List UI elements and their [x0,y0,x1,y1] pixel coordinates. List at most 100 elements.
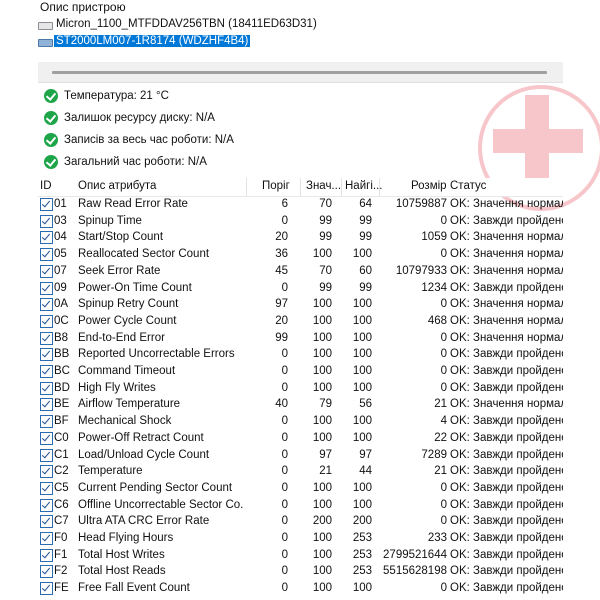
column-header-id[interactable]: ID [40,180,52,192]
row-checkbox[interactable] [40,515,53,529]
row-checkbox[interactable] [40,348,53,362]
attribute-id: C2 [54,465,69,478]
attribute-raw: 10759887 [395,198,447,210]
attribute-id: C0 [54,431,69,444]
attribute-raw: 1234 [421,281,447,294]
attribute-value: 100 [312,298,332,311]
attribute-threshold: 0 [281,214,288,227]
attribute-threshold: 0 [281,465,288,478]
table-row[interactable]: 0C Power Cycle Count 20 100 100 468 OK: Значен… [38,314,563,331]
table-row[interactable]: C7 Ultra ATA CRC Error Rate 0 200 200 0 OK: За… [38,514,563,531]
attribute-name: Reported Uncorrectable Errors [78,348,235,361]
row-checkbox[interactable] [40,415,53,429]
table-row[interactable]: C1 Load/Unload Cycle Count 0 97 97 7289 OK: За… [38,448,563,465]
attribute-worst: 56 [359,398,372,411]
attribute-status: OK: Значення нормальне [450,198,563,210]
row-checkbox[interactable] [40,298,53,312]
attribute-raw: 0 [440,381,447,394]
column-header-value[interactable]: Знач... [306,180,341,192]
table-row[interactable]: 0A Spinup Retry Count 97 100 100 0 OK: Значенн… [38,297,563,314]
table-row[interactable]: FE Free Fall Event Count 0 100 100 0 OK: Завжд… [38,581,563,598]
table-row[interactable]: BF Mechanical Shock 0 100 100 4 OK: Завжди про… [38,414,563,431]
row-checkbox[interactable] [40,548,53,562]
row-checkbox[interactable] [40,448,53,462]
row-checkbox[interactable] [40,532,53,545]
attribute-threshold: 20 [275,314,288,327]
row-checkbox[interactable] [40,281,53,295]
attribute-status: OK: Значення нормальне [450,231,563,244]
column-header-status[interactable]: Статус [450,180,486,192]
table-row[interactable]: B8 End-to-End Error 99 100 100 0 OK: Значення … [38,331,563,348]
row-checkbox[interactable] [40,481,53,495]
device-item-ssd[interactable]: Micron_1100_MTFDDAV256TBN (18411ED63D31) [38,16,319,32]
row-checkbox[interactable] [40,365,53,378]
attribute-status: OK: Завжди пройдено [450,532,563,544]
table-row[interactable]: 09 Power-On Time Count 0 99 99 1234 OK: Завжди… [38,281,563,298]
attribute-status: OK: Завжди пройдено [450,214,563,227]
attribute-worst: 100 [352,248,372,261]
table-row[interactable]: F0 Head Flying Hours 0 100 253 233 OK: Завжди … [38,531,563,548]
attribute-raw: 21 [434,398,447,411]
table-row[interactable]: C5 Current Pending Sector Count 0 100 100 0 OK… [38,481,563,498]
attribute-id: B8 [54,331,69,344]
table-row[interactable]: 03 Spinup Time 0 99 99 0 OK: Завжди пройдено [38,214,563,231]
health-status-plus-icon [478,85,600,211]
row-checkbox[interactable] [40,214,53,228]
row-checkbox[interactable] [40,381,53,395]
table-row[interactable]: F1 Total Host Writes 0 100 253 2799521644 OK: … [38,548,563,565]
attribute-value: 97 [319,448,332,461]
device-item-hdd[interactable]: ST2000LM007-1R8174 (WDZHF4B4) [38,33,251,49]
table-row[interactable]: BC Command Timeout 0 100 100 0 OK: Завжди прой… [38,364,563,381]
attribute-raw: 7289 [421,448,447,461]
attribute-raw: 0 [440,481,447,494]
table-row[interactable]: BB Reported Uncorrectable Errors 0 100 100 0 O… [38,347,563,364]
row-checkbox[interactable] [40,314,53,328]
column-header-threshold[interactable]: Поріг [262,180,290,192]
attribute-status: OK: Завжди пройдено [450,415,563,428]
column-header-worst[interactable]: Найгі... [345,180,382,192]
table-row[interactable]: C0 Power-Off Retract Count 0 100 100 22 OK: За… [38,431,563,448]
row-checkbox[interactable] [40,331,53,345]
row-checkbox[interactable] [40,248,53,262]
health-row-writes: Записів за весь час роботи: N/A [44,131,234,149]
table-row[interactable]: C6 Offline Uncorrectable Sector Co... 0 100… [38,498,563,515]
row-checkbox[interactable] [40,498,53,512]
table-row[interactable]: BE Airflow Temperature 40 79 56 21 OK: Значенн… [38,397,563,414]
attribute-value: 200 [312,515,332,528]
attribute-id: 03 [54,214,67,227]
attribute-id: BC [54,365,70,377]
row-checkbox[interactable] [40,264,53,278]
row-checkbox[interactable] [40,198,53,211]
table-row[interactable]: 04 Start/Stop Count 20 99 99 1059 OK: Значення… [38,230,563,247]
column-header-name[interactable]: Опис атрибута [78,180,156,192]
attribute-worst: 100 [352,314,372,327]
splitter-panel[interactable] [38,62,563,83]
attribute-worst: 253 [352,548,372,561]
row-checkbox[interactable] [40,565,53,579]
table-row[interactable]: BD High Fly Writes 0 100 100 0 OK: Завжди прой… [38,381,563,398]
attribute-worst: 100 [352,348,372,361]
attribute-name: Head Flying Hours [78,532,174,544]
row-checkbox[interactable] [40,582,53,596]
attribute-id: 04 [54,231,67,244]
table-row[interactable]: C2 Temperature 0 21 44 21 OK: Завжди пройдено [38,464,563,481]
column-header-raw[interactable]: Розмір [411,180,447,192]
attribute-id: F1 [54,548,68,561]
table-row[interactable]: 01 Raw Read Error Rate 6 70 64 10759887 OK: Зн… [38,197,563,214]
attribute-worst: 100 [352,331,372,344]
table-row[interactable]: 07 Seek Error Rate 45 70 60 10797933 OK: Значе… [38,264,563,281]
attribute-raw: 0 [440,365,447,377]
attribute-threshold: 6 [281,198,288,210]
row-checkbox[interactable] [40,431,53,445]
attribute-raw: 0 [440,515,447,528]
splitter-handle[interactable] [52,71,547,74]
attribute-raw: 21 [434,465,447,478]
row-checkbox[interactable] [40,465,53,479]
row-checkbox[interactable] [40,231,53,245]
attribute-threshold: 0 [281,281,288,294]
health-text: Записів за весь час роботи: N/A [64,134,234,146]
table-row[interactable]: F2 Total Host Reads 0 100 253 5515628198 OK: З… [38,564,563,581]
attribute-id: FE [54,582,69,595]
row-checkbox[interactable] [40,398,53,412]
table-row[interactable]: 05 Reallocated Sector Count 36 100 100 0 OK: З… [38,247,563,264]
